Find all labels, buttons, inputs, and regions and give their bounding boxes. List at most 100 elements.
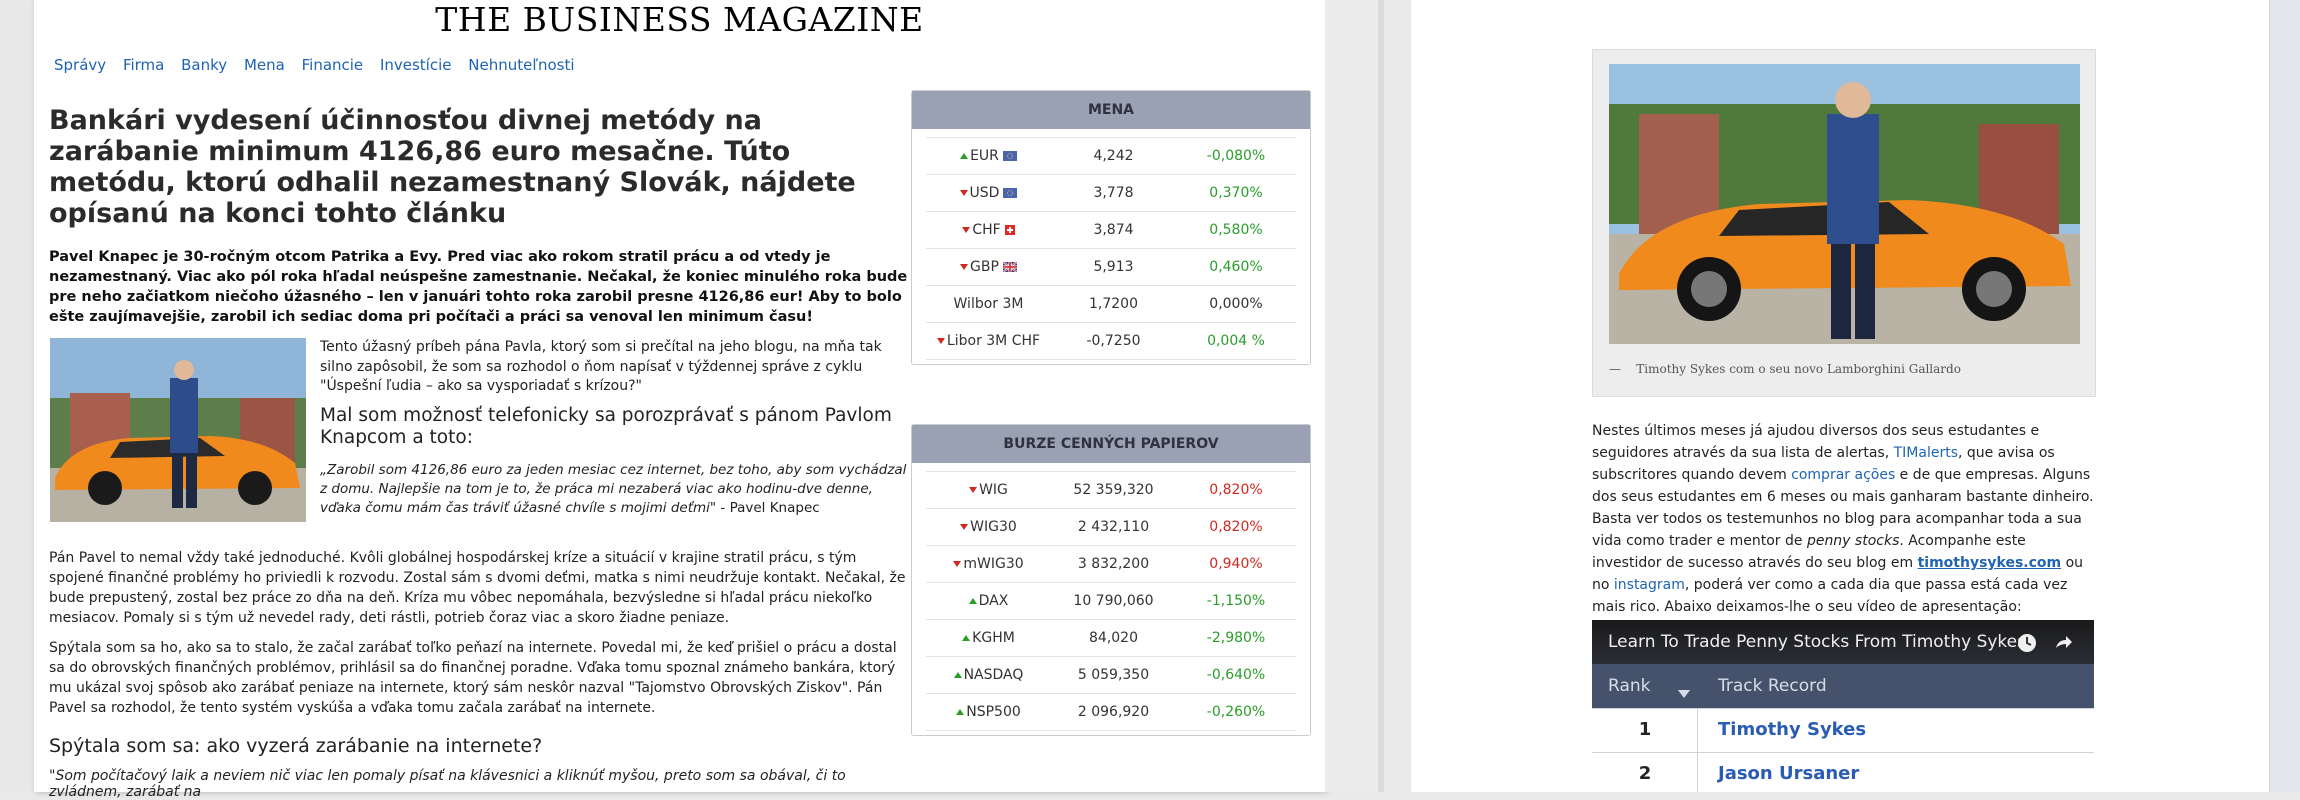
rank-name[interactable]: Timothy Sykes (1718, 719, 1866, 740)
down-arrow-icon (960, 264, 969, 270)
eu-flag-icon (1002, 151, 1017, 161)
currency-row: Libor 3M CHF -0,7250 0,004 % (926, 322, 1296, 360)
stock-change: 0,820% (1209, 519, 1263, 535)
instagram-link[interactable]: instagram (1614, 577, 1685, 593)
stock-value: 10 790,060 (1073, 593, 1154, 609)
currency-rows: EUR 4,242 -0,080% USD 3,778 0,370% CHF 3,874 0,5… (912, 129, 1310, 364)
up-arrow-icon (962, 635, 971, 641)
stock-change: -1,150% (1206, 593, 1266, 609)
up-arrow-icon (960, 153, 969, 159)
paragraph-3: "Som počítačový laik a neviem nič viac l… (49, 768, 846, 800)
rank-row: 2 Jason Ursaner (1592, 752, 2094, 792)
currency-value: 3,778 (1093, 185, 1134, 201)
rank-table-header: Rank Track Record (1592, 664, 2094, 708)
article-page: THE BUSINESS MAGAZINE Správy Firma Banky… (34, 0, 1325, 800)
lamborghini-photo (1609, 64, 2080, 344)
currency-name-text: GBP (970, 259, 999, 275)
paragraph-2: Spýtala som sa ho, ako sa to stalo, že z… (49, 640, 897, 716)
paragraph-1: Pán Pavel to nemal vždy také jednoduché.… (49, 550, 906, 626)
stock-change: 0,820% (1209, 482, 1263, 498)
nav-financie[interactable]: Financie (302, 56, 364, 74)
currency-row: Wilbor 3M 1,7200 0,000% (926, 285, 1296, 322)
track-record-column-header: Track Record (1718, 676, 1827, 696)
stock-name-text: KGHM (972, 630, 1015, 646)
stock-name-text: DAX (978, 593, 1009, 609)
currency-row: EUR 4,242 -0,080% (926, 137, 1296, 174)
nav-investicie[interactable]: Investície (380, 56, 452, 74)
nav-spravy[interactable]: Správy (54, 56, 106, 74)
down-arrow-icon (960, 524, 969, 530)
up-arrow-icon (956, 709, 965, 715)
rank-column-header[interactable]: Rank (1608, 676, 1650, 696)
video-title[interactable]: Learn To Trade Penny Stocks From Timothy… (1608, 632, 2026, 652)
up-arrow-icon (968, 598, 977, 604)
currency-change: -0,080% (1206, 148, 1266, 164)
pane-gutter (1325, 0, 1380, 792)
nav-mena[interactable]: Mena (244, 56, 285, 74)
nav-firma[interactable]: Firma (123, 56, 164, 74)
rank-name[interactable]: Jason Ursaner (1718, 763, 1859, 784)
stock-name: mWIG30 (926, 556, 1051, 572)
currency-name: CHF (926, 222, 1051, 238)
share-icon[interactable] (2052, 632, 2074, 658)
eu-flag-icon (1003, 188, 1018, 198)
currency-widget: MENA EUR 4,242 -0,080% USD 3,778 0,370% CHF 3,8… (911, 90, 1311, 365)
intro-quote: „Zarobil som 4126,86 euro za jeden mesia… (320, 461, 910, 518)
timothysykes-link[interactable]: timothysykes.com (1918, 555, 2062, 571)
stock-change: 0,940% (1209, 556, 1263, 572)
swiss-flag-icon (1004, 225, 1015, 235)
currency-change: 0,000% (1209, 296, 1263, 312)
uk-flag-icon (1002, 262, 1017, 272)
stock-widget: BURZE CENNÝCH PAPIEROV WIG 52 359,320 0,82… (911, 424, 1311, 736)
article-lead: Pavel Knapec je 30-ročným otcom Patrika … (49, 249, 908, 325)
currency-name-text: Wilbor 3M (953, 296, 1024, 312)
pane-divider[interactable] (1378, 0, 1384, 792)
rank-column-divider (1697, 708, 1698, 792)
stock-row: WIG 52 359,320 0,820% (926, 471, 1296, 508)
scrollbar-track[interactable] (2269, 0, 2300, 792)
currency-value: 4,242 (1093, 148, 1134, 164)
photo-caption: — Timothy Sykes com o seu novo Lamborghi… (1609, 362, 1961, 376)
nav-banky[interactable]: Banky (181, 56, 227, 74)
currency-row: GBP 5,913 0,460% (926, 248, 1296, 285)
stock-value: 3 832,200 (1077, 556, 1150, 572)
currency-row: CHF 3,874 0,580% (926, 211, 1296, 248)
stock-name: WIG (926, 482, 1051, 498)
down-arrow-icon (969, 487, 978, 493)
stock-widget-title: BURZE CENNÝCH PAPIEROV (912, 425, 1310, 463)
stock-name: NSP500 (926, 704, 1051, 720)
comprar-acoes-link[interactable]: comprar ações (1791, 467, 1895, 483)
stock-value: 2 096,920 (1077, 704, 1150, 720)
video-embed[interactable]: Learn To Trade Penny Stocks From Timothy… (1592, 620, 2094, 792)
stock-row: WIG30 2 432,110 0,820% (926, 508, 1296, 545)
stock-name-text: WIG (979, 482, 1008, 498)
stock-name: DAX (926, 593, 1051, 609)
article-headline: Bankári vydesení účinnosťou divnej metód… (49, 105, 856, 229)
stock-row: DAX 10 790,060 -1,150% (926, 582, 1296, 619)
stock-change: -0,260% (1206, 704, 1266, 720)
masthead: THE BUSINESS MAGAZINE (435, 0, 924, 39)
rank-number: 2 (1638, 763, 1652, 784)
down-arrow-icon (953, 561, 962, 567)
down-arrow-icon (936, 338, 945, 344)
car-thumbnail (50, 338, 306, 522)
intro-subhead: Mal som možnosť telefonicky sa porozpráv… (320, 404, 892, 448)
down-arrow-icon (962, 227, 971, 233)
stock-value: 2 432,110 (1077, 519, 1150, 535)
photo-figure: — Timothy Sykes com o seu novo Lamborghi… (1592, 49, 2096, 397)
clock-icon[interactable] (2016, 632, 2038, 658)
currency-name: Wilbor 3M (926, 296, 1051, 312)
currency-value: 3,874 (1093, 222, 1134, 238)
stock-row: NASDAQ 5 059,350 -0,640% (926, 656, 1296, 693)
currency-value: -0,7250 (1086, 333, 1141, 349)
stock-value: 5 059,350 (1077, 667, 1150, 683)
currency-name-text: EUR (970, 148, 999, 164)
stock-row: KGHM 84,020 -2,980% (926, 619, 1296, 656)
stock-name-text: NASDAQ (963, 667, 1024, 683)
stock-change: -2,980% (1206, 630, 1266, 646)
nav-nehnutelnosti[interactable]: Nehnuteľnosti (468, 56, 574, 74)
sort-caret-icon[interactable] (1678, 683, 1690, 703)
currency-name: EUR (926, 148, 1051, 164)
currency-change: 0,580% (1209, 222, 1263, 238)
timalerts-link[interactable]: TIMalerts (1894, 445, 1958, 461)
